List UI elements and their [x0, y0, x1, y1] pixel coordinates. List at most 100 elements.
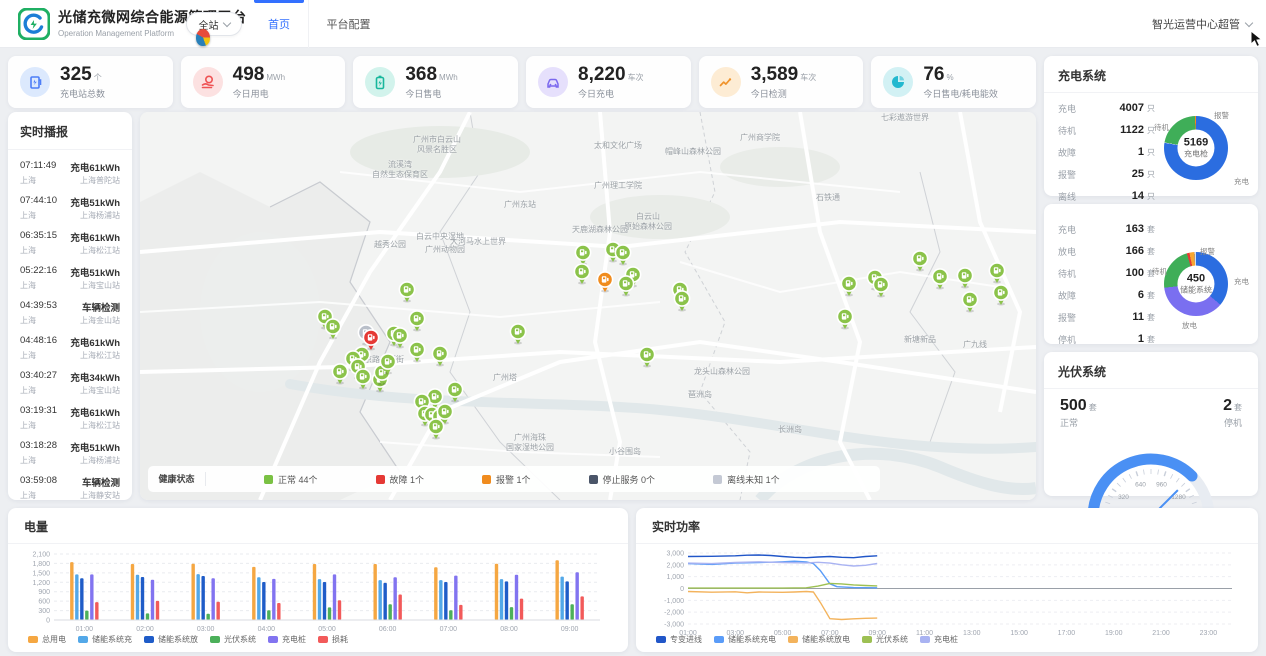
station-pin-normal[interactable]: [961, 291, 979, 313]
broadcast-time: 05:22:16: [20, 265, 57, 279]
station-pin-normal[interactable]: [573, 263, 591, 285]
broadcast-item[interactable]: 07:44:10充电51kWh上海上海杨浦站: [8, 190, 132, 225]
station-pin-normal[interactable]: [614, 244, 632, 266]
station-pin-normal[interactable]: [331, 363, 349, 385]
kpi-card-5[interactable]: 3,589车次今日检测: [699, 56, 864, 108]
station-pin-normal[interactable]: [992, 284, 1010, 306]
station-pin-normal[interactable]: [911, 250, 929, 272]
station-pin-normal[interactable]: [431, 345, 449, 367]
broadcast-item[interactable]: 03:40:27充电34kWh上海上海宝山站: [8, 365, 132, 400]
station-pin-normal[interactable]: [638, 346, 656, 368]
charging-label: 充电: [1058, 102, 1092, 115]
station-pin-normal[interactable]: [324, 318, 342, 340]
tab-home[interactable]: 首页: [250, 0, 308, 48]
station-pin-normal[interactable]: [408, 310, 426, 332]
station-pin-alarm[interactable]: [596, 271, 614, 293]
energy-legend-item[interactable]: 损耗: [318, 634, 348, 645]
hand-energy-icon: [193, 67, 223, 97]
station-pin-normal[interactable]: [617, 275, 635, 297]
power-legend-item[interactable]: 专变进线: [656, 634, 702, 645]
station-pin-normal[interactable]: [840, 275, 858, 297]
donut-center-text: 5169充电枪: [1184, 137, 1208, 160]
broadcast-item[interactable]: 04:39:53车辆检测上海上海金山站: [8, 295, 132, 330]
svg-text:2,000: 2,000: [666, 562, 684, 569]
svg-text:1,500: 1,500: [32, 570, 50, 577]
health-legend-label: 离线未知 1个: [727, 473, 780, 486]
station-pin-normal[interactable]: [446, 381, 464, 403]
station-pin-normal[interactable]: [988, 262, 1006, 284]
broadcast-station: 上海杨浦站: [80, 455, 120, 466]
station-pin-normal[interactable]: [836, 308, 854, 330]
map-health-legend: 健康状态 正常 44个故障 1个报警 1个停止服务 0个离线未知 1个: [148, 466, 880, 492]
kpi-card-6[interactable]: 76%今日售电/耗电能效: [871, 56, 1036, 108]
broadcast-station: 上海静安站: [80, 490, 120, 500]
charging-label: 报警: [1058, 168, 1092, 181]
station-pin-normal[interactable]: [956, 267, 974, 289]
charging-value: 25: [1092, 168, 1144, 180]
storage-unit: 套: [1147, 290, 1155, 301]
svg-text:0: 0: [680, 586, 684, 593]
realtime-power-line-chart[interactable]: -3,000-2,000-1,00001,0002,0003,00001:000…: [636, 544, 1258, 643]
energy-legend-item[interactable]: 充电桩: [268, 634, 306, 645]
mouse-cursor: [1250, 30, 1264, 48]
station-pin-normal[interactable]: [509, 323, 527, 345]
broadcast-item[interactable]: 03:18:28充电51kWh上海上海杨浦站: [8, 435, 132, 470]
station-pin-normal[interactable]: [379, 353, 397, 375]
broadcast-time: 03:18:28: [20, 440, 57, 454]
power-legend-item[interactable]: 充电桩: [920, 634, 958, 645]
kpi-card-2[interactable]: 498MWh今日用电: [181, 56, 346, 108]
energy-legend-item[interactable]: 储能系统充: [78, 634, 132, 645]
donut-callout: 充电: [1234, 276, 1249, 287]
broadcast-item[interactable]: 05:22:16充电51kWh上海上海宝山站: [8, 260, 132, 295]
health-legend-item[interactable]: 离线未知 1个: [713, 473, 780, 486]
broadcast-event: 充电51kWh: [70, 195, 120, 209]
health-legend-item[interactable]: 报警 1个: [482, 473, 531, 486]
station-pin-normal[interactable]: [391, 327, 409, 349]
station-pin-normal[interactable]: [673, 290, 691, 312]
station-pin-normal[interactable]: [408, 341, 426, 363]
tab-platform-config[interactable]: 平台配置: [308, 0, 388, 48]
broadcast-item[interactable]: 04:48:16充电61kWh上海上海松江站: [8, 330, 132, 365]
health-legend-item[interactable]: 故障 1个: [376, 473, 425, 486]
svg-text:640: 640: [1135, 482, 1146, 489]
broadcast-title: 实时播报: [8, 112, 132, 150]
legend-label: 充电桩: [282, 634, 306, 645]
energy-legend-item[interactable]: 储能系统放: [144, 634, 198, 645]
broadcast-station: 上海松江站: [80, 245, 120, 256]
map-place-label: 小谷围岛: [609, 447, 641, 457]
broadcast-item[interactable]: 06:35:15充电61kWh上海上海松江站: [8, 225, 132, 260]
kpi-card-4[interactable]: 8,220车次今日充电: [526, 56, 691, 108]
station-pin-normal[interactable]: [872, 276, 890, 298]
site-selector-dropdown[interactable]: 全站: [186, 12, 242, 36]
svg-text:2,100: 2,100: [32, 552, 50, 559]
kpi-card-1[interactable]: 325个充电站总数: [8, 56, 173, 108]
station-pin-fault[interactable]: [362, 329, 380, 351]
energy-bar-chart[interactable]: 03006009001,2001,5001,8002,10001:0002:00…: [8, 544, 628, 643]
power-legend-item[interactable]: 储能系统放电: [788, 634, 850, 645]
map-place-label: 越秀公园: [374, 240, 406, 250]
station-pin-normal[interactable]: [931, 268, 949, 290]
broadcast-city: 上海: [20, 490, 36, 500]
broadcast-city: 上海: [20, 455, 36, 466]
energy-legend-item[interactable]: 光伏系统: [210, 634, 256, 645]
health-legend-item[interactable]: 正常 44个: [264, 473, 318, 486]
kpi-card-3[interactable]: 368MWh今日售电: [353, 56, 518, 108]
station-pin-normal[interactable]: [398, 281, 416, 303]
user-menu[interactable]: 智光运营中心超管: [1152, 0, 1252, 48]
health-legend-item[interactable]: 停止服务 0个: [589, 473, 656, 486]
assistant-orb-icon[interactable]: [196, 29, 210, 46]
broadcast-item[interactable]: 03:59:08车辆检测上海上海静安站: [8, 470, 132, 500]
broadcast-item[interactable]: 03:19:31充电61kWh上海上海松江站: [8, 400, 132, 435]
broadcast-item[interactable]: 07:11:49充电61kWh上海上海普陀站: [8, 155, 132, 190]
station-map[interactable]: 广州市白云山 风景名胜区流溪湾 自然生态保育区太和文化广场白云中央湿地白云山 原…: [140, 112, 1036, 500]
station-pin-normal[interactable]: [354, 368, 372, 390]
energy-legend-item[interactable]: 总用电: [28, 634, 66, 645]
power-legend-item[interactable]: 储能系统充电: [714, 634, 776, 645]
kpi-value: 368: [405, 64, 437, 85]
storage-unit: 套: [1147, 224, 1155, 235]
power-legend-item[interactable]: 光伏系统: [862, 634, 908, 645]
svg-text:0: 0: [46, 618, 50, 625]
map-place-label: 新塘新品: [904, 335, 936, 345]
station-pin-normal[interactable]: [427, 418, 445, 440]
svg-text:-2,000: -2,000: [664, 610, 684, 617]
